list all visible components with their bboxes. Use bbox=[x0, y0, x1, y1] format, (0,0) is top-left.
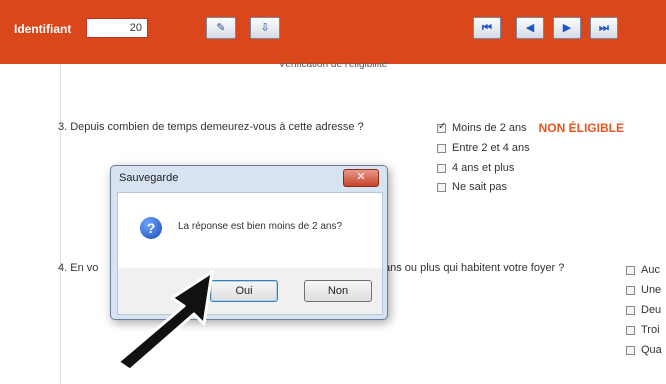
q3-option-2-label: Entre 2 et 4 ans bbox=[452, 142, 530, 154]
last-icon: ⏭ bbox=[599, 22, 609, 34]
q4-option-2-label: Une bbox=[641, 284, 662, 296]
edit-icon: ✎ bbox=[216, 22, 226, 34]
checkbox-checked[interactable] bbox=[437, 121, 446, 133]
edit-button[interactable]: ✎ bbox=[206, 17, 236, 39]
q4-option-1-label: Auc bbox=[641, 264, 660, 276]
save-button[interactable]: ⇩ bbox=[250, 17, 280, 39]
section-subtitle: Vérification de l'éligibilité bbox=[278, 63, 388, 70]
dialog-title: Sauvegarde bbox=[119, 172, 179, 184]
save-icon: ⇩ bbox=[260, 22, 270, 34]
q4-option-5[interactable]: Qua bbox=[626, 344, 662, 356]
q3-option-3[interactable]: 4 ans et plus bbox=[437, 162, 514, 174]
checkbox[interactable] bbox=[437, 143, 446, 153]
last-record-button[interactable]: ⏭ bbox=[590, 17, 618, 39]
first-record-button[interactable]: ⏮ bbox=[473, 17, 501, 39]
identifiant-label: Identifiant bbox=[14, 22, 72, 36]
identifiant-input[interactable]: 20 bbox=[86, 18, 148, 38]
pointer-arrow-icon bbox=[116, 270, 214, 372]
q4-option-4-label: Troi bbox=[641, 324, 660, 336]
first-icon: ⏮ bbox=[482, 22, 492, 34]
q4-option-3[interactable]: Deu bbox=[626, 304, 661, 316]
checkbox[interactable] bbox=[626, 305, 635, 315]
q3-option-2[interactable]: Entre 2 et 4 ans bbox=[437, 142, 530, 154]
q4-option-3-label: Deu bbox=[641, 304, 662, 316]
q3-option-1-label: Moins de 2 ans bbox=[452, 122, 527, 134]
toolbar: Identifiant 20 ✎ ⇩ ⏮ ◀ ▶ ⏭ bbox=[0, 0, 666, 64]
question-4-end: ans ou plus qui habitent votre foyer ? bbox=[384, 262, 565, 274]
checkbox[interactable] bbox=[437, 182, 446, 192]
question-icon: ? bbox=[140, 217, 162, 239]
question-4-start: 4. En vo bbox=[58, 262, 99, 274]
q3-option-3-label: 4 ans et plus bbox=[452, 162, 515, 174]
close-icon: ✕ bbox=[356, 171, 366, 183]
checkbox[interactable] bbox=[626, 285, 635, 295]
q3-option-1[interactable]: Moins de 2 ans NON ÉLIGIBLE bbox=[437, 121, 624, 135]
non-button[interactable]: Non bbox=[304, 280, 372, 302]
close-button[interactable]: ✕ bbox=[343, 169, 379, 187]
q4-option-4[interactable]: Troi bbox=[626, 324, 660, 336]
q3-option-4[interactable]: Ne sait pas bbox=[437, 181, 507, 193]
checkbox[interactable] bbox=[626, 345, 635, 355]
previous-icon: ◀ bbox=[525, 22, 535, 34]
next-record-button[interactable]: ▶ bbox=[553, 17, 581, 39]
q4-option-5-label: Qua bbox=[641, 344, 662, 356]
ineligible-badge: NON ÉLIGIBLE bbox=[538, 121, 624, 135]
q4-option-2[interactable]: Une bbox=[626, 284, 661, 296]
checkbox[interactable] bbox=[437, 163, 446, 173]
oui-button[interactable]: Oui bbox=[210, 280, 278, 302]
question-3: 3. Depuis combien de temps demeurez-vous… bbox=[58, 121, 364, 133]
q4-option-1[interactable]: Auc bbox=[626, 264, 660, 276]
divider bbox=[60, 64, 61, 384]
checkbox[interactable] bbox=[626, 325, 635, 335]
q3-option-4-label: Ne sait pas bbox=[452, 181, 508, 193]
dialog-message: La réponse est bien moins de 2 ans? bbox=[178, 221, 342, 232]
dialog-body: ? La réponse est bien moins de 2 ans? bbox=[117, 192, 383, 270]
next-icon: ▶ bbox=[562, 22, 572, 34]
checkbox[interactable] bbox=[626, 265, 635, 275]
previous-record-button[interactable]: ◀ bbox=[516, 17, 544, 39]
